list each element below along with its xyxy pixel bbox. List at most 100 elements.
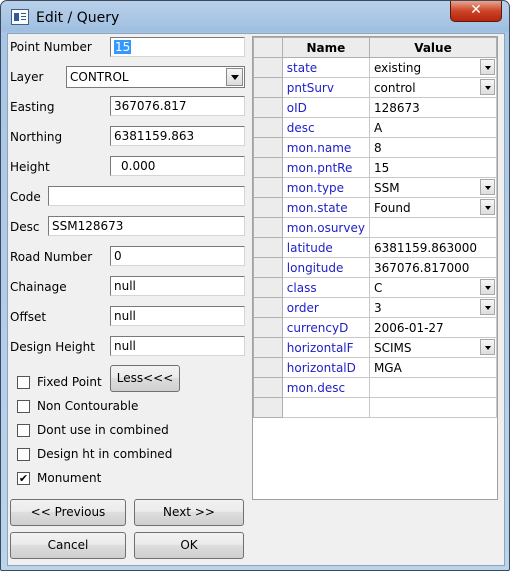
table-row[interactable]: order 3 — [253, 297, 497, 318]
table-row[interactable] — [253, 397, 497, 418]
attribute-name-cell: oID — [281, 97, 370, 118]
chainage-field[interactable]: null — [110, 276, 245, 296]
attribute-value-cell[interactable]: A — [368, 117, 497, 138]
layer-label: Layer — [10, 70, 44, 84]
easting-field[interactable]: 367076.817 — [110, 96, 245, 116]
attribute-value-cell[interactable] — [368, 217, 497, 238]
table-row[interactable]: oID 128673 — [253, 97, 497, 118]
table-row[interactable]: currencyD 2006-01-27 — [253, 317, 497, 338]
attribute-value-cell[interactable]: 2006-01-27 — [368, 317, 497, 338]
table-row[interactable]: horizontalD MGA — [253, 357, 497, 378]
table-row[interactable]: mon.state Found — [253, 197, 497, 218]
table-row[interactable]: state existing — [253, 57, 497, 78]
design-height-field[interactable]: null — [110, 336, 245, 356]
road-number-field[interactable]: 0 — [110, 246, 245, 266]
row-header-cell[interactable] — [253, 277, 283, 298]
point-number-field[interactable]: 15 — [110, 37, 245, 57]
attribute-value-cell[interactable] — [368, 377, 497, 398]
dont-use-in-combined-checkbox[interactable] — [17, 424, 30, 437]
northing-label: Northing — [10, 130, 63, 144]
attribute-value-cell[interactable]: 367076.817000 — [368, 257, 497, 278]
attribute-name-cell: latitude — [281, 237, 370, 258]
table-row[interactable]: horizontalF SCIMS — [253, 337, 497, 358]
attribute-name-cell: mon.desc — [281, 377, 370, 398]
non-contourable-checkbox[interactable] — [17, 400, 30, 413]
table-row[interactable]: latitude 6381159.863000 — [253, 237, 497, 258]
attribute-value-cell[interactable]: existing — [368, 57, 497, 78]
attribute-value: 2006-01-27 — [373, 320, 444, 335]
row-header-cell[interactable] — [253, 237, 283, 258]
cancel-button[interactable]: Cancel — [10, 532, 126, 559]
attribute-value-cell[interactable]: control — [368, 77, 497, 98]
ok-button[interactable]: OK — [134, 532, 244, 559]
attribute-grid[interactable]: Name Value state existing pntSurv control oI… — [252, 36, 498, 500]
table-row[interactable]: mon.name 8 — [253, 137, 497, 158]
name-column-header[interactable]: Name — [281, 37, 370, 58]
attribute-value-cell[interactable]: 3 — [368, 297, 497, 318]
design-ht-in-combined-checkbox[interactable] — [17, 448, 30, 461]
next-button[interactable]: Next >> — [134, 499, 244, 526]
attribute-value-cell[interactable]: SCIMS — [368, 337, 497, 358]
less-button[interactable]: Less<<< — [110, 365, 180, 392]
row-header-cell[interactable] — [253, 397, 283, 418]
row-header-cell[interactable] — [253, 57, 283, 78]
row-header-cell[interactable] — [253, 77, 283, 98]
layer-select[interactable]: CONTROL — [66, 66, 245, 88]
table-row[interactable]: desc A — [253, 117, 497, 138]
table-row[interactable]: longitude 367076.817000 — [253, 257, 497, 278]
row-header-cell[interactable] — [253, 297, 283, 318]
attribute-value: Found — [373, 200, 411, 215]
chevron-down-icon[interactable] — [480, 79, 495, 95]
attribute-value-cell[interactable]: MGA — [368, 357, 497, 378]
row-header-cell[interactable] — [253, 157, 283, 178]
table-row[interactable]: class C — [253, 277, 497, 298]
chevron-down-icon[interactable] — [480, 279, 495, 295]
value-column-header[interactable]: Value — [368, 37, 497, 58]
row-header-cell[interactable] — [253, 177, 283, 198]
attribute-value: control — [373, 80, 416, 95]
table-row[interactable]: mon.osurvey — [253, 217, 497, 238]
attribute-value-cell[interactable]: C — [368, 277, 497, 298]
attribute-value-cell[interactable]: 8 — [368, 137, 497, 158]
attribute-name-cell: class — [281, 277, 370, 298]
chevron-down-icon[interactable] — [480, 199, 495, 215]
row-header-cell[interactable] — [253, 217, 283, 238]
row-header-cell[interactable] — [253, 317, 283, 338]
row-header-cell[interactable] — [253, 137, 283, 158]
chevron-down-icon[interactable] — [480, 339, 495, 355]
chevron-down-icon[interactable] — [480, 59, 495, 75]
row-header-cell[interactable] — [253, 117, 283, 138]
table-row[interactable]: pntSurv control — [253, 77, 497, 98]
grid-body: state existing pntSurv control oID 128673 desc… — [253, 57, 497, 418]
offset-field[interactable]: null — [110, 306, 245, 326]
table-row[interactable]: mon.desc — [253, 377, 497, 398]
close-icon[interactable]: ✕ — [450, 1, 502, 22]
attribute-name-cell: horizontalF — [281, 337, 370, 358]
table-row[interactable]: mon.type SSM — [253, 177, 497, 198]
attribute-value-cell[interactable]: 128673 — [368, 97, 497, 118]
northing-field[interactable]: 6381159.863 — [110, 126, 245, 146]
attribute-value-cell[interactable] — [368, 397, 497, 418]
fixed-point-checkbox[interactable] — [17, 376, 30, 389]
row-header-cell[interactable] — [253, 377, 283, 398]
chevron-down-icon[interactable] — [480, 299, 495, 315]
code-field[interactable] — [48, 186, 245, 206]
row-header-cell[interactable] — [253, 197, 283, 218]
height-field[interactable]: 0.000 — [110, 156, 245, 176]
table-row[interactable]: mon.pntRe 15 — [253, 157, 497, 178]
monument-checkbox[interactable]: ✔ — [17, 472, 30, 485]
attribute-value-cell[interactable]: SSM — [368, 177, 497, 198]
row-header-cell[interactable] — [253, 337, 283, 358]
title-bar[interactable]: Edit / Query ✕ — [1, 1, 509, 33]
attribute-value-cell[interactable]: 6381159.863000 — [368, 237, 497, 258]
row-header-cell[interactable] — [253, 357, 283, 378]
desc-field[interactable]: SSM128673 — [48, 216, 245, 236]
attribute-value-cell[interactable]: 15 — [368, 157, 497, 178]
chevron-down-icon[interactable] — [226, 68, 243, 86]
previous-button[interactable]: << Previous — [10, 499, 126, 526]
attribute-value-cell[interactable]: Found — [368, 197, 497, 218]
attribute-value: 367076.817000 — [373, 260, 470, 275]
chevron-down-icon[interactable] — [480, 179, 495, 195]
row-header-cell[interactable] — [253, 97, 283, 118]
row-header-cell[interactable] — [253, 257, 283, 278]
